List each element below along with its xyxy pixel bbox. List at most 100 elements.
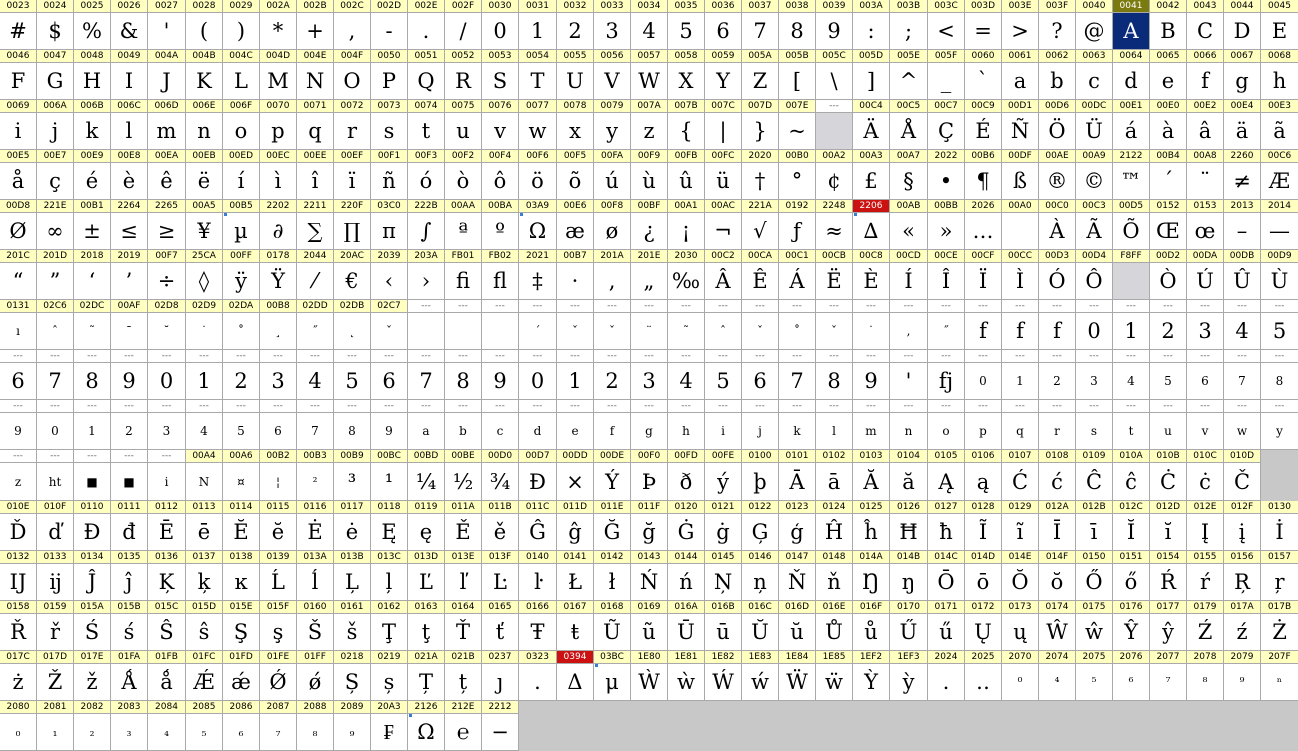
glyph-cell[interactable]: 002A * (260, 0, 297, 50)
glyph-cell[interactable]: 00D4 Ô (1076, 250, 1113, 300)
glyph-cell[interactable]: 2260 ≠ (1224, 150, 1261, 200)
glyph-cell[interactable]: --- c (482, 400, 519, 450)
glyph-cell[interactable]: 220F ∏ (334, 200, 371, 250)
glyph-cell[interactable]: 021A Ț (408, 651, 445, 701)
glyph-cell[interactable]: 0132 Ĳ (0, 551, 37, 601)
glyph-cell[interactable]: 012E Į (1187, 501, 1224, 551)
glyph-cell[interactable]: 2024 ․ (928, 651, 965, 701)
glyph-cell[interactable]: 003A: (853, 0, 890, 50)
glyph-cell[interactable]: 00D1 Ñ (1002, 100, 1039, 150)
glyph-cell[interactable]: 0139 Ĺ (260, 551, 297, 601)
glyph-cell[interactable]: --- 2 (1039, 350, 1076, 400)
glyph-cell[interactable]: --- 5 (334, 350, 371, 400)
glyph-cell[interactable]: 0060 ` (965, 50, 1002, 100)
glyph-cell[interactable]: --- 3 (1187, 300, 1224, 350)
glyph-cell[interactable]: 014D ō (965, 551, 1002, 601)
glyph-cell[interactable]: 1EF2 Ỳ (853, 651, 890, 701)
glyph-cell[interactable]: 20AC € (334, 250, 371, 300)
glyph-cell[interactable]: 212E ℮ (445, 701, 482, 751)
glyph-cell[interactable]: 0323. (519, 651, 557, 701)
glyph-cell[interactable]: 00FF ÿ (223, 250, 260, 300)
glyph-cell[interactable]: 0126 Ħ (890, 501, 928, 551)
glyph-cell[interactable]: 00FB û (668, 150, 705, 200)
glyph-cell[interactable]: --- s (1076, 400, 1113, 450)
glyph-cell[interactable]: 02D9 ˙ (186, 300, 223, 350)
glyph-cell[interactable]: --- 6 (371, 350, 408, 400)
glyph-cell[interactable]: --- 9 (0, 400, 37, 450)
glyph-cell[interactable]: --- f (594, 400, 631, 450)
glyph-cell[interactable]: 0136 Ķ (148, 551, 186, 601)
glyph-cell[interactable]: 00F8 ø (594, 200, 631, 250)
glyph-cell[interactable]: 0067 g (1224, 50, 1261, 100)
glyph-cell[interactable]: 2122 ™ (1113, 150, 1150, 200)
glyph-cell[interactable]: 002D - (371, 0, 408, 50)
glyph-cell[interactable]: 0078 x (557, 100, 594, 150)
glyph-cell[interactable]: 0054 T (519, 50, 557, 100)
glyph-cell[interactable]: 00B6 ¶ (965, 150, 1002, 200)
glyph-cell[interactable]: 0137 ķ (186, 551, 223, 601)
glyph-cell[interactable]: 00B7 · (557, 250, 594, 300)
glyph-cell[interactable]: 0044 D (1224, 0, 1261, 50)
glyph-cell[interactable]: 00AF ¯ (111, 300, 148, 350)
glyph-cell[interactable]: 00ED í (223, 150, 260, 200)
glyph-cell[interactable]: 0061 a (1002, 50, 1039, 100)
glyph-cell[interactable]: 0075 u (445, 100, 482, 150)
glyph-cell[interactable]: --- r (1039, 400, 1076, 450)
glyph-cell[interactable]: 006A j (37, 100, 74, 150)
glyph-cell[interactable]: --- f (965, 300, 1002, 350)
glyph-cell[interactable]: 015B ś (111, 601, 148, 651)
glyph-cell[interactable]: 0038 8 (779, 0, 816, 50)
glyph-cell[interactable]: --- 2 (1150, 300, 1187, 350)
glyph-cell[interactable]: 0169 ũ (631, 601, 668, 651)
glyph-cell[interactable]: 00C0 À (1039, 200, 1076, 250)
glyph-cell[interactable]: 2087 ₇ (260, 701, 297, 751)
glyph-cell[interactable]: 00B5 µ (223, 200, 260, 250)
glyph-cell[interactable]: 016D ŭ (779, 601, 816, 651)
glyph-cell[interactable]: --- ¨ (631, 300, 668, 350)
glyph-cell[interactable]: 0237 ȷ (482, 651, 519, 701)
glyph-cell[interactable]: 00D6 Ö (1039, 100, 1076, 150)
glyph-cell[interactable]: 00DE Ý (594, 450, 631, 501)
glyph-cell[interactable]: --- ' (890, 350, 928, 400)
glyph-cell[interactable]: --- y (1261, 400, 1298, 450)
glyph-cell[interactable]: 00C3 Ã (1076, 200, 1113, 250)
glyph-cell[interactable]: 0164 Ť (445, 601, 482, 651)
glyph-cell[interactable]: 20A3 ₣ (371, 701, 408, 751)
glyph-cell[interactable]: --- 7 (779, 350, 816, 400)
glyph-cell[interactable]: 0108 ć (1039, 450, 1076, 501)
glyph-cell[interactable]: 015F ş (260, 601, 297, 651)
glyph-cell[interactable]: 0156 Ŗ (1224, 551, 1261, 601)
glyph-cell[interactable]: 00C2 Â (705, 250, 742, 300)
glyph-cell[interactable]: 00DD × (557, 450, 594, 501)
glyph-cell[interactable]: 010F ď (37, 501, 74, 551)
glyph-cell[interactable]: --- ˜ (668, 300, 705, 350)
glyph-cell[interactable]: 00D2 Ò (1150, 250, 1187, 300)
glyph-cell[interactable]: 0219 ș (371, 651, 408, 701)
glyph-cell[interactable]: 0109 Ĉ (1076, 450, 1113, 501)
glyph-cell[interactable]: 0030 0 (482, 0, 519, 50)
glyph-cell[interactable]: 017A ź (1224, 601, 1261, 651)
glyph-cell[interactable]: --- ´ (519, 300, 557, 350)
glyph-cell[interactable]: --- 9 (111, 350, 148, 400)
glyph-cell[interactable]: --- 9 (853, 350, 890, 400)
glyph-cell[interactable]: 221A √ (742, 200, 779, 250)
glyph-cell[interactable]: 2089 ₉ (334, 701, 371, 751)
glyph-cell[interactable]: 0133 ĳ (37, 551, 74, 601)
glyph-cell[interactable]: 00C6 Æ (1261, 150, 1298, 200)
glyph-cell[interactable]: --- 2 (594, 350, 631, 400)
glyph-cell[interactable]: 0168 Ũ (594, 601, 631, 651)
glyph-cell[interactable]: 010A ĉ (1113, 450, 1150, 501)
glyph-cell[interactable]: 00A6 ¤ (223, 450, 260, 501)
glyph-cell[interactable]: --- 1 (1002, 350, 1039, 400)
glyph-cell[interactable]: 2077 ⁷ (1150, 651, 1187, 701)
glyph-cell[interactable]: 00FA ú (594, 150, 631, 200)
glyph-cell[interactable]: 00DB Û (1224, 250, 1261, 300)
glyph-cell[interactable]: 006C l (111, 100, 148, 150)
glyph-cell[interactable]: 1EF3 ỳ (890, 651, 928, 701)
glyph-cell[interactable]: 004E N (297, 50, 334, 100)
glyph-cell[interactable]: --- ˇ (594, 300, 631, 350)
glyph-cell[interactable]: 0113 ē (186, 501, 223, 551)
glyph-cell[interactable]: --- ˇ (557, 300, 594, 350)
glyph-cell[interactable]: 2020 † (742, 150, 779, 200)
glyph-cell[interactable]: --- 5 (1261, 300, 1298, 350)
